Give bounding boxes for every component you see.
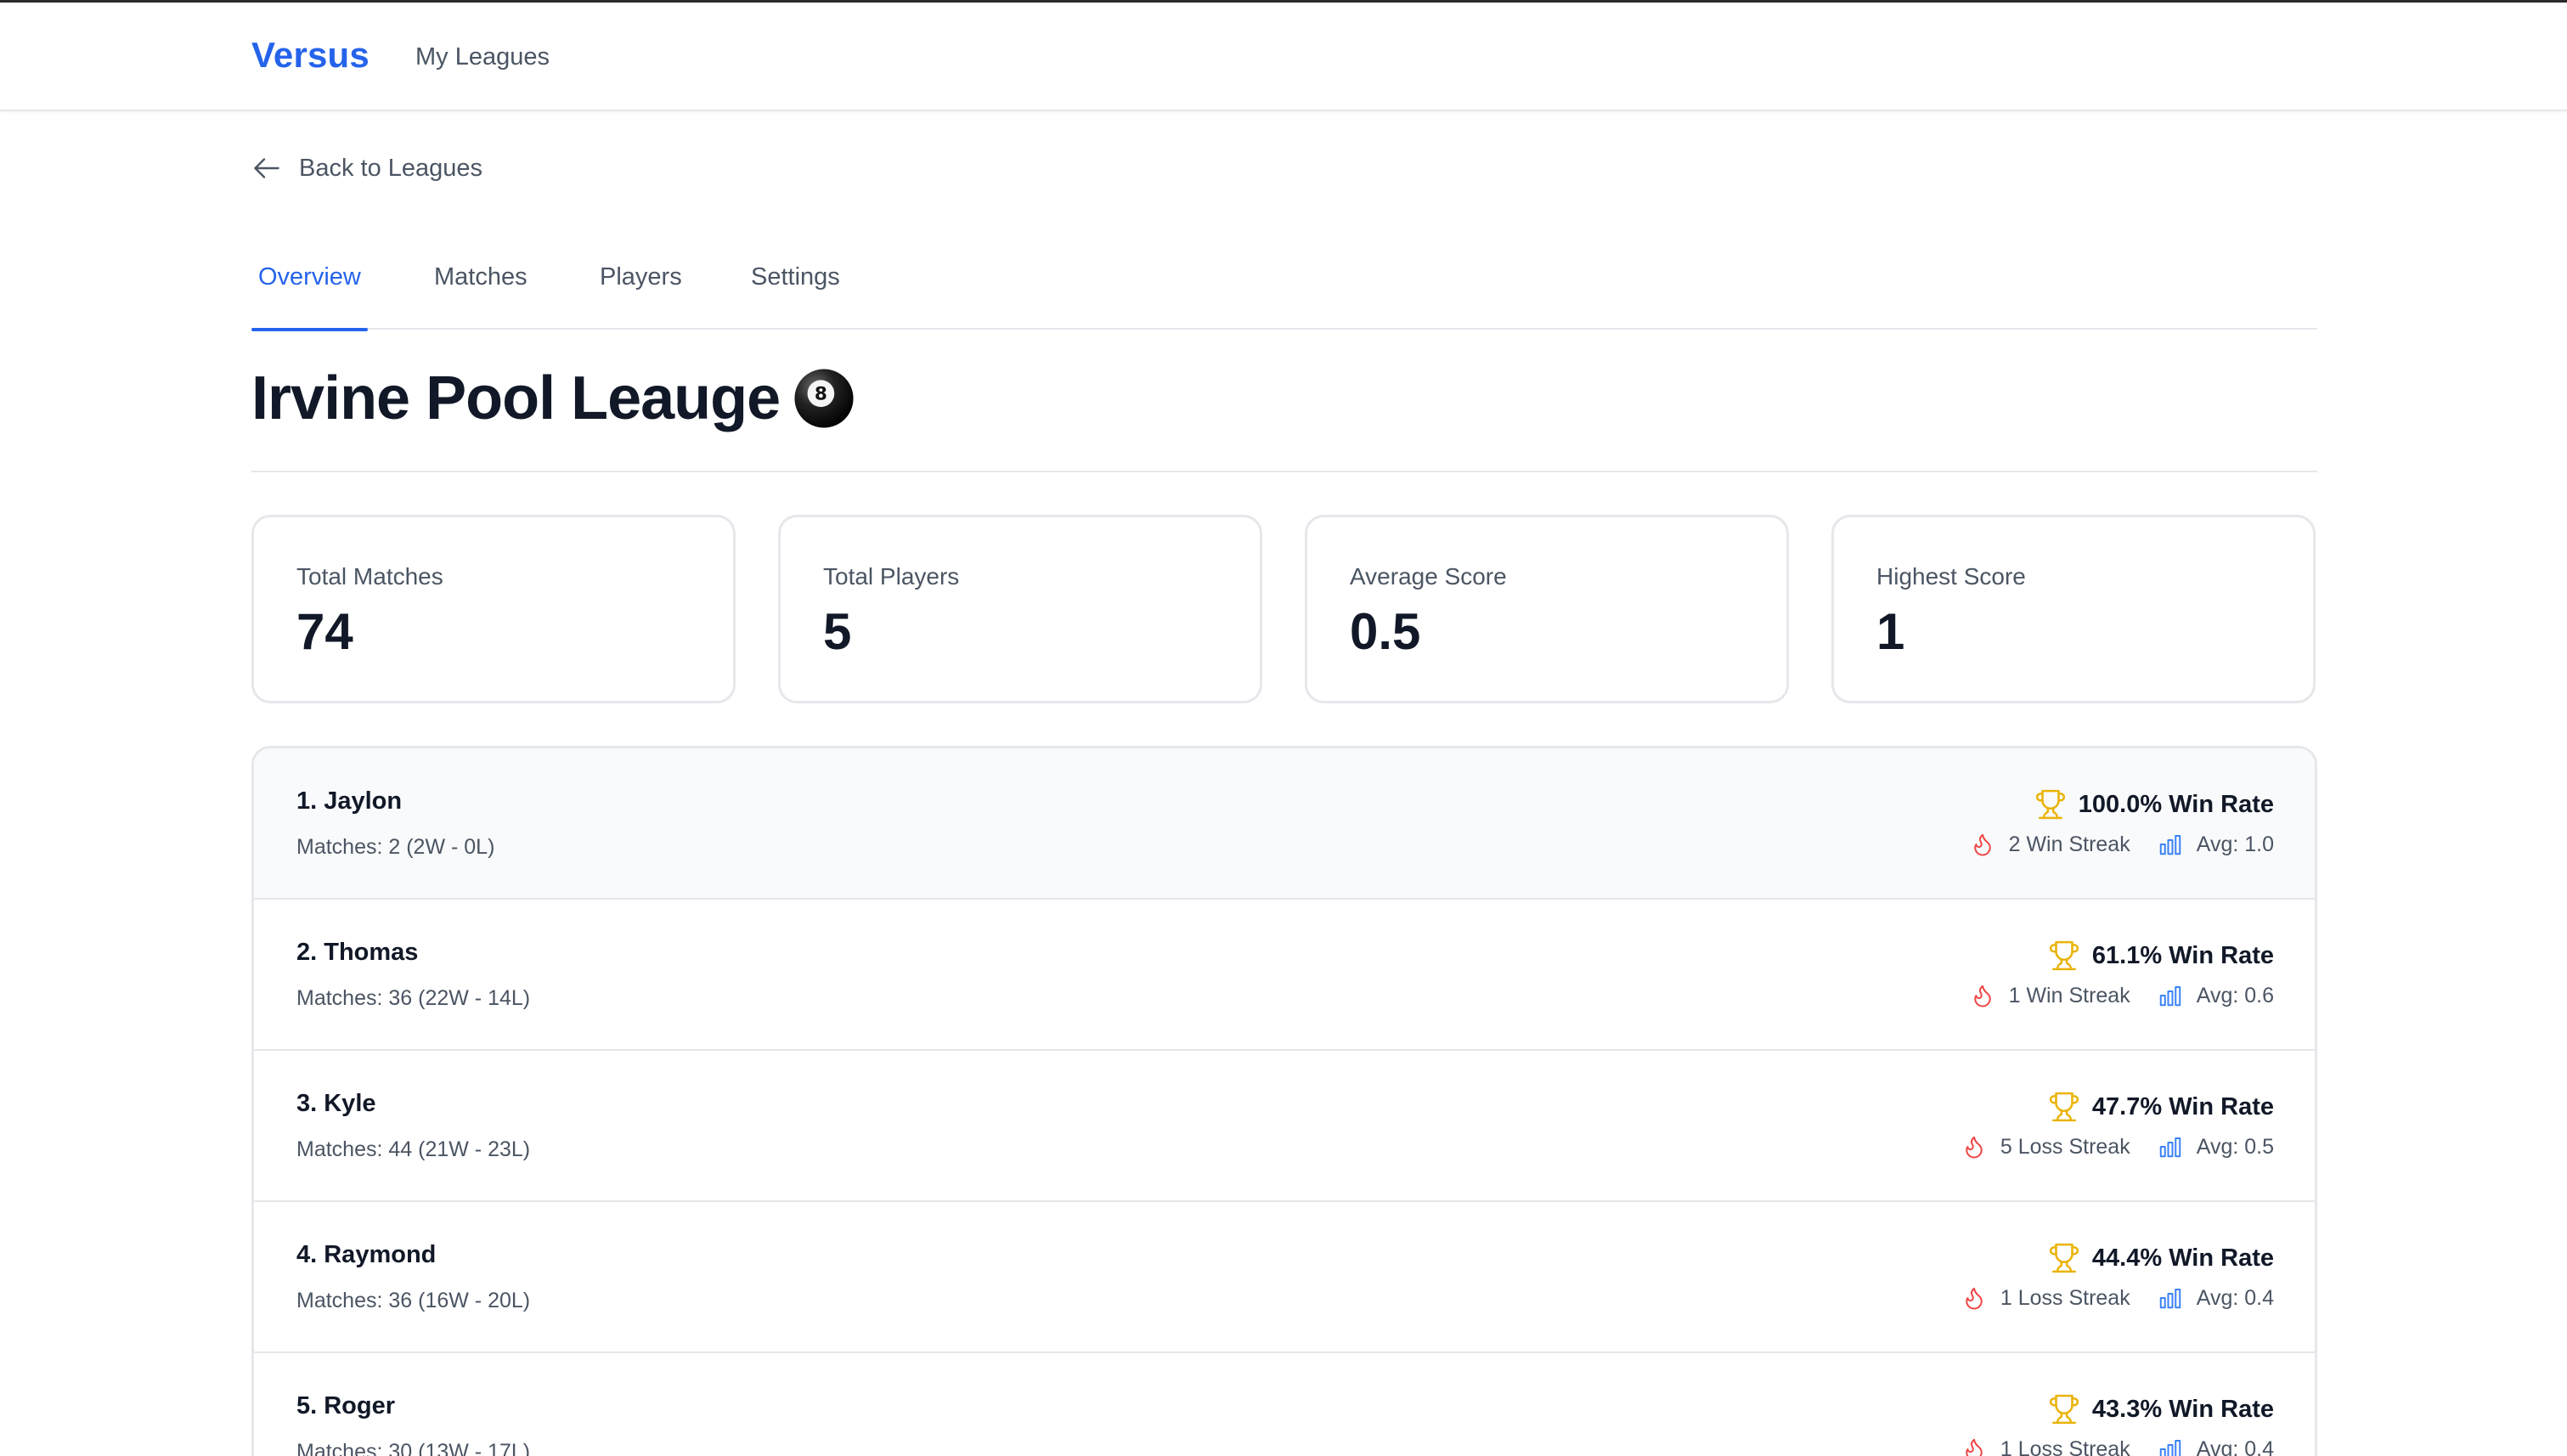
streak-label: 1 Win Streak (2008, 983, 2130, 1007)
sub-stats: 5 Loss Streak Avg: 0.5 (1961, 1132, 2274, 1161)
player-stats: 61.1% Win Rate 1 Win Streak Avg: 0.6 (1970, 939, 2274, 1010)
average: Avg: 0.6 (2158, 983, 2274, 1008)
player-matches: Matches: 36 (22W - 14L) (296, 986, 531, 1010)
sub-stats: 1 Win Streak Avg: 0.6 (1970, 981, 2274, 1010)
page-title: Irvine Pool Leauge (251, 364, 781, 432)
player-leaderboard: 1. Jaylon Matches: 2 (2W - 0L) 100.0% Wi… (251, 746, 2317, 1456)
average-label: Avg: 0.4 (2196, 1285, 2274, 1310)
player-matches: Matches: 36 (16W - 20L) (296, 1289, 531, 1312)
tab-matches[interactable]: Matches (434, 263, 528, 330)
player-stats: 100.0% Win Rate 2 Win Streak Avg: 1.0 (1970, 787, 2274, 859)
player-name: 5. Roger (296, 1392, 396, 1419)
win-rate-label: 100.0% Win Rate (2078, 790, 2274, 818)
player-matches: Matches: 2 (2W - 0L) (296, 835, 495, 859)
stat-card-total-players: Total Players 5 (778, 515, 1262, 703)
player-stats: 47.7% Win Rate 5 Loss Streak Avg: 0.5 (1961, 1090, 2274, 1161)
svg-text:8: 8 (815, 383, 827, 404)
leaderboard-row[interactable]: 1. Jaylon Matches: 2 (2W - 0L) 100.0% Wi… (254, 748, 2315, 900)
leaderboard-row[interactable]: 2. Thomas Matches: 36 (22W - 14L) 61.1% … (254, 900, 2315, 1051)
stat-card-highest-score: Highest Score 1 (1831, 515, 2316, 703)
flame-icon (1966, 1136, 1983, 1159)
trophy-icon (2049, 1243, 2079, 1273)
average: Avg: 0.5 (2158, 1134, 2274, 1160)
eight-ball-icon: 8 (794, 369, 854, 428)
player-name: 4. Raymond (296, 1241, 437, 1268)
win-rate-label: 44.4% Win Rate (2091, 1244, 2274, 1272)
stat-value: 74 (296, 603, 353, 660)
trophy-icon (2049, 1092, 2079, 1122)
stat-label: Average Score (1350, 563, 1507, 590)
streak: 2 Win Streak (1970, 832, 2130, 857)
stat-label: Highest Score (1876, 563, 2026, 590)
average-label: Avg: 0.5 (2196, 1134, 2274, 1159)
flame-icon (1966, 1287, 1983, 1310)
win-rate: 61.1% Win Rate (2048, 939, 2274, 973)
title-divider (251, 471, 2317, 472)
streak-label: 1 Loss Streak (2000, 1436, 2130, 1456)
average: Avg: 0.4 (2158, 1285, 2274, 1311)
win-rate: 44.4% Win Rate (2048, 1241, 2274, 1275)
win-rate: 47.7% Win Rate (2048, 1090, 2274, 1124)
player-name: 1. Jaylon (296, 787, 403, 815)
win-rate: 100.0% Win Rate (2034, 787, 2274, 821)
stat-card-total-matches: Total Matches 74 (251, 515, 736, 703)
bar-chart-icon (2159, 986, 2181, 1007)
player-stats: 43.3% Win Rate 1 Loss Streak Avg: 0.4 (1961, 1392, 2274, 1456)
player-stats: 44.4% Win Rate 1 Loss Streak Avg: 0.4 (1961, 1241, 2274, 1312)
sub-stats: 2 Win Streak Avg: 1.0 (1970, 830, 2274, 859)
back-link-label: Back to Leagues (299, 154, 483, 182)
sub-stats: 1 Loss Streak Avg: 0.4 (1961, 1284, 2274, 1312)
average: Avg: 0.4 (2158, 1436, 2274, 1456)
streak-label: 2 Win Streak (2008, 832, 2130, 856)
player-matches: Matches: 44 (21W - 23L) (296, 1137, 531, 1161)
flame-icon (1973, 985, 1991, 1007)
flame-icon (1973, 833, 1991, 856)
streak: 5 Loss Streak (1961, 1134, 2130, 1160)
win-rate-label: 43.3% Win Rate (2091, 1395, 2274, 1423)
back-to-leagues-link[interactable]: Back to Leagues (251, 151, 482, 185)
streak: 1 Win Streak (1970, 983, 2130, 1008)
stat-value: 0.5 (1350, 603, 1421, 660)
stat-card-average-score: Average Score 0.5 (1305, 515, 1789, 703)
average-label: Avg: 0.4 (2196, 1436, 2274, 1456)
league-title-row: Irvine Pool Leauge 8 (251, 364, 855, 433)
streak-label: 1 Loss Streak (2000, 1285, 2130, 1310)
tab-players[interactable]: Players (600, 263, 682, 330)
league-tabs: Overview Matches Players Settings (251, 255, 2317, 331)
stat-label: Total Matches (296, 563, 443, 590)
streak: 1 Loss Streak (1961, 1285, 2130, 1311)
tab-settings[interactable]: Settings (751, 263, 840, 330)
bar-chart-icon (2159, 1440, 2181, 1456)
player-name: 3. Kyle (296, 1090, 376, 1117)
brand-logo-link[interactable]: Versus (251, 35, 370, 76)
top-navbar: Versus My Leagues (0, 3, 2567, 111)
average: Avg: 1.0 (2158, 832, 2274, 857)
win-rate: 43.3% Win Rate (2048, 1392, 2274, 1426)
bar-chart-icon (2159, 1137, 2181, 1158)
trophy-icon (2049, 1394, 2079, 1425)
streak-label: 5 Loss Streak (2000, 1134, 2130, 1159)
player-name: 2. Thomas (296, 939, 419, 966)
player-matches: Matches: 30 (13W - 17L) (296, 1440, 531, 1456)
win-rate-label: 61.1% Win Rate (2091, 941, 2274, 969)
leaderboard-row[interactable]: 5. Roger Matches: 30 (13W - 17L) 43.3% W… (254, 1353, 2315, 1456)
stat-label: Total Players (823, 563, 960, 590)
stat-value: 5 (823, 603, 852, 660)
sub-stats: 1 Loss Streak Avg: 0.4 (1961, 1435, 2274, 1456)
nav-link-my-leagues[interactable]: My Leagues (415, 43, 550, 71)
trophy-icon (2035, 789, 2065, 820)
arrow-left-icon (254, 158, 279, 178)
average-label: Avg: 0.6 (2196, 983, 2274, 1007)
bar-chart-icon (2159, 1289, 2181, 1309)
trophy-icon (2049, 940, 2079, 971)
stat-value: 1 (1876, 603, 1905, 660)
win-rate-label: 47.7% Win Rate (2091, 1092, 2274, 1120)
streak: 1 Loss Streak (1961, 1436, 2130, 1456)
average-label: Avg: 1.0 (2196, 832, 2274, 856)
flame-icon (1966, 1438, 1983, 1456)
leaderboard-row[interactable]: 4. Raymond Matches: 36 (16W - 20L) 44.4%… (254, 1202, 2315, 1353)
bar-chart-icon (2159, 835, 2181, 855)
leaderboard-row[interactable]: 3. Kyle Matches: 44 (21W - 23L) 47.7% Wi… (254, 1051, 2315, 1202)
tab-overview[interactable]: Overview (251, 263, 368, 331)
